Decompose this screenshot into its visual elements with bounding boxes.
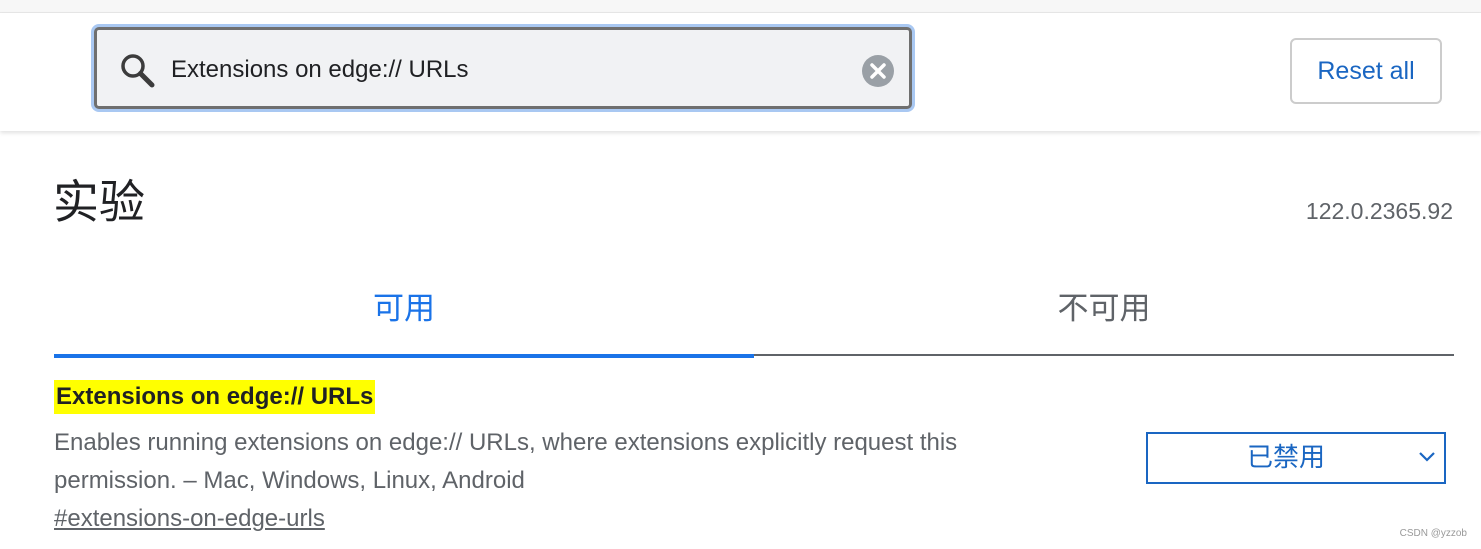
header-bar: Extensions on edge:// URLs Reset all [0, 13, 1481, 131]
clear-icon[interactable] [861, 54, 895, 88]
watermark: CSDN @yzzob [1399, 528, 1467, 539]
flag-state-select[interactable]: 已禁用 [1146, 432, 1446, 484]
flag-description-line: Enables running extensions on edge:// UR… [54, 429, 958, 456]
tab-bar: 可用 不可用 [54, 270, 1454, 358]
page-title: 实验 [53, 175, 145, 229]
selected-option: 已禁用 [1246, 443, 1325, 473]
search-icon [119, 52, 155, 88]
flag-permalink[interactable]: #extensions-on-edge-urls [54, 505, 325, 533]
top-strip [0, 0, 1481, 13]
flag-description: Enables running extensions on edge:// UR… [54, 424, 1054, 500]
search-input[interactable]: Extensions on edge:// URLs [171, 52, 469, 88]
chevron-down-icon [1418, 450, 1436, 464]
tab-unavailable[interactable]: 不可用 [754, 270, 1454, 356]
flag-title: Extensions on edge:// URLs [54, 380, 376, 414]
tab-available[interactable]: 可用 [54, 270, 754, 358]
search-box[interactable]: Extensions on edge:// URLs [94, 27, 912, 109]
flag-description-line: permission. – Mac, Windows, Linux, Andro… [54, 467, 525, 494]
reset-all-button[interactable]: Reset all [1290, 38, 1442, 104]
version-label: 122.0.2365.92 [1305, 198, 1453, 224]
